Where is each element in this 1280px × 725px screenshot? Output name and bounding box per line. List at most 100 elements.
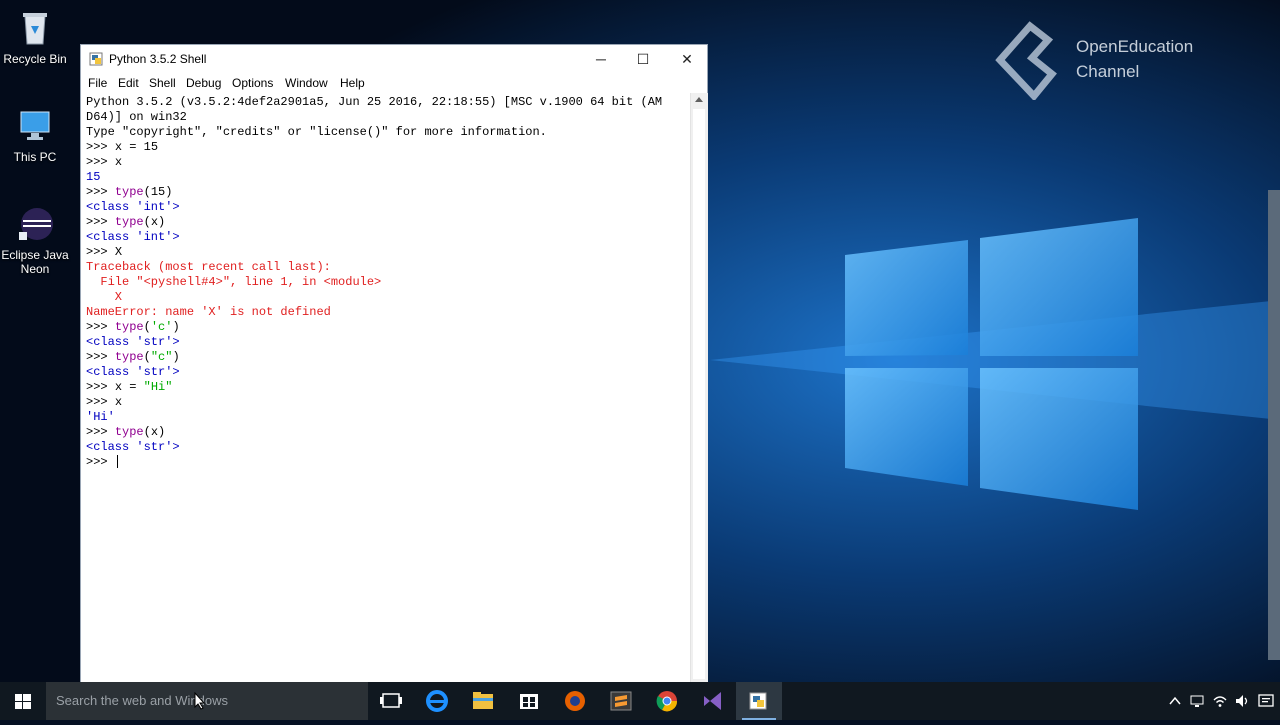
menu-help[interactable]: Help [340,76,365,90]
shell-text: type [114,215,144,229]
desktop-icon-label: Recycle Bin [3,52,67,66]
shell-text: type [114,425,144,439]
tray-network[interactable] [1190,693,1204,709]
minimize-button[interactable]: ─ [579,45,623,73]
shell-text: >>> [86,185,115,199]
close-button[interactable]: ✕ [665,45,709,73]
shell-line: >>> x [86,395,662,410]
shell-text: x = 15 [114,140,159,154]
watermark-line1: OpenEducation [1076,37,1194,56]
shell-text: File "<pyshell#4>", line 1, in <module> [86,275,382,289]
shell-line: >>> [86,455,662,470]
task-view-icon [380,693,402,708]
taskbar-store[interactable] [506,682,552,720]
desktop-icon-eclipse[interactable]: Eclipse Java Neon [0,204,70,276]
mouse-cursor-icon [194,692,206,710]
shell-text: >>> [86,320,115,334]
shell-line: <class 'int'> [86,230,662,245]
tray-chevron[interactable] [1168,693,1182,709]
python-shell-window[interactable]: Python 3.5.2 Shell ─ ☐ ✕ File Edit Shell… [80,44,708,684]
scroll-up-icon[interactable] [695,97,703,102]
menu-file[interactable]: File [88,76,107,90]
firefox-icon [565,691,585,711]
shell-text: D64)] on win32 [86,110,187,124]
scrollbar-thumb[interactable] [693,109,705,679]
shell-text: NameError: name 'X' is not defined [86,305,331,319]
taskbar: Search the web and Windows [0,682,1280,720]
shell-text: ) [172,320,180,334]
channel-logo-icon [995,21,1057,102]
shell-line: NameError: name 'X' is not defined [86,305,662,320]
shell-line: D64)] on win32 [86,110,662,125]
file-explorer-icon [473,692,493,709]
tray-notifications[interactable] [1258,693,1274,709]
shell-line: <class 'str'> [86,335,662,350]
desktop-icon-this-pc[interactable]: This PC [0,106,70,164]
shell-line: <class 'str'> [86,440,662,455]
shell-line: >>> x [86,155,662,170]
tray-volume[interactable] [1234,693,1250,709]
taskbar-firefox[interactable] [552,682,598,720]
taskbar-chrome[interactable] [644,682,690,720]
shell-line: >>> x = "Hi" [86,380,662,395]
taskbar-file-explorer[interactable] [460,682,506,720]
menu-options[interactable]: Options [232,76,273,90]
title-bar[interactable]: Python 3.5.2 Shell ─ ☐ ✕ [81,45,707,73]
chevron-up-icon [1169,696,1181,705]
taskbar-visual-studio[interactable] [690,682,736,720]
shell-line: >>> X [86,245,662,260]
shell-text: X [86,290,123,304]
watermark-line2: Channel [1076,62,1140,81]
shell-text: ( [143,320,151,334]
shell-output: Python 3.5.2 (v3.5.2:4def2a2901a5, Jun 2… [86,95,662,470]
desktop-icon-recycle-bin[interactable]: Recycle Bin [0,8,70,66]
desktop-icon-label: This PC [13,150,57,164]
menu-edit[interactable]: Edit [118,76,139,90]
maximize-button[interactable]: ☐ [621,45,665,73]
shell-text: Python 3.5.2 (v3.5.2:4def2a2901a5, Jun 2… [86,95,663,109]
volume-icon [1236,695,1248,707]
taskbar-sublime[interactable] [598,682,644,720]
tray-wifi[interactable] [1212,693,1228,709]
menu-debug[interactable]: Debug [186,76,221,90]
start-button[interactable] [0,682,46,720]
taskbar-edge[interactable] [414,682,460,720]
python-idle-icon [749,692,767,710]
shell-line: X [86,290,662,305]
channel-watermark: OpenEducation Channel [990,18,1220,102]
shell-text: 'Hi' [86,410,115,424]
shell-text: >>> [86,140,115,154]
window-title: Python 3.5.2 Shell [109,52,207,66]
shell-text: (15) [143,185,173,199]
menu-bar: File Edit Shell Debug Options Window Hel… [81,73,707,93]
shell-text: <class 'int'> [86,230,180,244]
shell-text: >>> [86,455,115,469]
shell-line: Traceback (most recent call last): [86,260,662,275]
search-box[interactable]: Search the web and Windows [46,682,368,720]
shell-line: >>> type(x) [86,215,662,230]
menu-window[interactable]: Window [285,76,328,90]
close-icon: ✕ [681,51,693,67]
shell-text: >>> [86,380,115,394]
vertical-scrollbar[interactable] [690,93,708,683]
eclipse-icon [15,204,55,244]
computer-icon [15,106,55,146]
recycle-bin-icon [15,8,55,48]
shell-text: ( [143,350,151,364]
visual-studio-icon [704,692,721,710]
shell-text: X [114,245,123,259]
shell-line: 'Hi' [86,410,662,425]
shell-line: 15 [86,170,662,185]
taskbar-python-idle[interactable] [736,682,782,720]
shell-text: >>> [86,215,115,229]
maximize-icon: ☐ [636,51,650,67]
shell-line: >>> type(x) [86,425,662,440]
shell-text-area[interactable]: Python 3.5.2 (v3.5.2:4def2a2901a5, Jun 2… [81,93,689,683]
shell-line: File "<pyshell#4>", line 1, in <module> [86,275,662,290]
menu-shell[interactable]: Shell [149,76,176,90]
shell-text: ) [172,350,180,364]
shell-text: Traceback (most recent call last): [86,260,331,274]
shell-text: >>> [86,425,115,439]
shell-text: type [114,350,144,364]
taskbar-task-view[interactable] [368,682,414,720]
